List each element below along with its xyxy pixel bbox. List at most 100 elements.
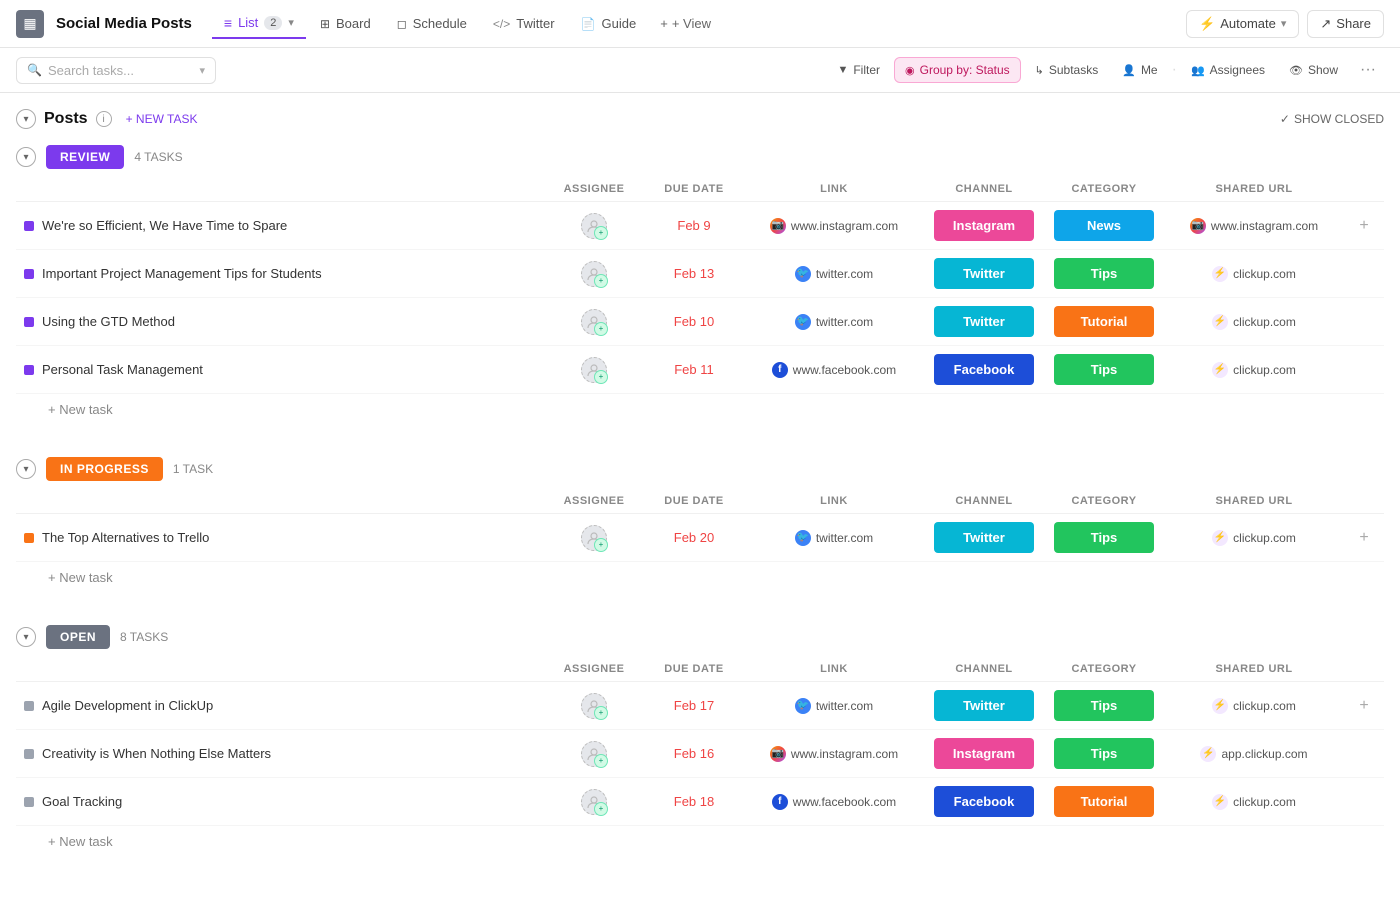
link-cell[interactable]: 🐦 twitter.com: [744, 266, 924, 282]
posts-section-header: ▾ Posts i + NEW TASK ✓ SHOW CLOSED: [16, 109, 1384, 129]
channel-badge[interactable]: Twitter: [934, 690, 1034, 721]
due-date-cell: Feb 18: [644, 794, 744, 809]
category-badge[interactable]: Tutorial: [1054, 786, 1154, 817]
task-name[interactable]: Using the GTD Method: [42, 314, 175, 329]
shared-url-cell[interactable]: ⚡ app.clickup.com: [1164, 746, 1344, 762]
col-header-category-open: CATEGORY: [1044, 663, 1164, 675]
col-header-channel-ip: CHANNEL: [924, 495, 1044, 507]
shared-url-cell[interactable]: ⚡ clickup.com: [1164, 698, 1344, 714]
category-badge[interactable]: Tips: [1054, 522, 1154, 553]
tab-twitter[interactable]: </> Twitter: [481, 10, 567, 37]
tab-board[interactable]: ⊞ Board: [308, 10, 383, 37]
link-cell[interactable]: 📷 www.instagram.com: [744, 218, 924, 234]
task-name-cell: Important Project Management Tips for St…: [24, 266, 544, 281]
shared-url-cell[interactable]: 📷 www.instagram.com: [1164, 218, 1344, 234]
add-col-btn[interactable]: +: [1344, 697, 1384, 715]
tab-list[interactable]: ≡ List 2 ▾: [212, 9, 306, 39]
channel-cell: Instagram: [924, 738, 1044, 769]
group-inprogress-collapse-button[interactable]: ▾: [16, 459, 36, 479]
group-icon: ◉: [905, 64, 915, 77]
category-badge[interactable]: Tips: [1054, 258, 1154, 289]
group-open-collapse-button[interactable]: ▾: [16, 627, 36, 647]
avatar[interactable]: +: [581, 261, 607, 287]
task-name[interactable]: We're so Efficient, We Have Time to Spar…: [42, 218, 287, 233]
task-color-dot: [24, 221, 34, 231]
clickup-shared-icon: ⚡: [1212, 266, 1228, 282]
tab-guide[interactable]: 📄 Guide: [569, 10, 649, 37]
category-badge[interactable]: Tips: [1054, 354, 1154, 385]
search-input[interactable]: 🔍 Search tasks... ▾: [16, 57, 216, 84]
posts-collapse-button[interactable]: ▾: [16, 109, 36, 129]
avatar[interactable]: +: [581, 789, 607, 815]
review-new-task[interactable]: + New task: [16, 394, 1384, 425]
shared-url-cell[interactable]: ⚡ clickup.com: [1164, 266, 1344, 282]
task-name[interactable]: Creativity is When Nothing Else Matters: [42, 746, 271, 761]
share-button[interactable]: ↗ Share: [1307, 10, 1384, 38]
shared-url-cell[interactable]: ⚡ clickup.com: [1164, 794, 1344, 810]
shared-url-cell[interactable]: ⚡ clickup.com: [1164, 314, 1344, 330]
task-name-cell: Goal Tracking: [24, 794, 544, 809]
avatar[interactable]: +: [581, 309, 607, 335]
channel-cell: Twitter: [924, 690, 1044, 721]
show-button[interactable]: 👁 Show: [1279, 58, 1348, 82]
category-cell: Tips: [1044, 738, 1164, 769]
link-cell[interactable]: 🐦 twitter.com: [744, 698, 924, 714]
avatar[interactable]: +: [581, 357, 607, 383]
me-button[interactable]: 👤 Me: [1112, 58, 1167, 82]
channel-badge[interactable]: Twitter: [934, 258, 1034, 289]
group-open-label: OPEN: [46, 625, 110, 649]
subtasks-button[interactable]: ↳ Subtasks: [1025, 58, 1109, 82]
add-col-btn[interactable]: +: [1344, 217, 1384, 235]
clickup-shared-icon: ⚡: [1212, 362, 1228, 378]
add-view-button[interactable]: + + View: [650, 11, 721, 36]
shared-icon: 📷: [1190, 218, 1206, 234]
channel-badge[interactable]: Facebook: [934, 354, 1034, 385]
task-name[interactable]: Personal Task Management: [42, 362, 203, 377]
channel-badge[interactable]: Twitter: [934, 522, 1034, 553]
link-cell[interactable]: f www.facebook.com: [744, 362, 924, 378]
category-badge[interactable]: Tutorial: [1054, 306, 1154, 337]
channel-badge[interactable]: Instagram: [934, 210, 1034, 241]
link-cell[interactable]: 🐦 twitter.com: [744, 530, 924, 546]
inprogress-new-task[interactable]: + New task: [16, 562, 1384, 593]
due-date-cell: Feb 9: [644, 218, 744, 233]
clickup-shared-icon: ⚡: [1212, 314, 1228, 330]
avatar[interactable]: +: [581, 693, 607, 719]
due-date-cell: Feb 17: [644, 698, 744, 713]
category-badge[interactable]: News: [1054, 210, 1154, 241]
group-by-button[interactable]: ◉ Group by: Status: [894, 57, 1021, 83]
channel-cell: Facebook: [924, 786, 1044, 817]
group-open-header: ▾ OPEN 8 TASKS: [16, 625, 1384, 649]
add-col-btn[interactable]: +: [1344, 529, 1384, 547]
posts-info-icon[interactable]: i: [96, 111, 112, 127]
shared-url-cell[interactable]: ⚡ clickup.com: [1164, 362, 1344, 378]
category-badge[interactable]: Tips: [1054, 690, 1154, 721]
channel-badge[interactable]: Facebook: [934, 786, 1034, 817]
shared-url-cell[interactable]: ⚡ clickup.com: [1164, 530, 1344, 546]
tab-schedule[interactable]: ◻ Schedule: [385, 10, 479, 37]
avatar[interactable]: +: [581, 213, 607, 239]
task-name[interactable]: Goal Tracking: [42, 794, 122, 809]
category-badge[interactable]: Tips: [1054, 738, 1154, 769]
task-name[interactable]: The Top Alternatives to Trello: [42, 530, 209, 545]
link-cell[interactable]: 📷 www.instagram.com: [744, 746, 924, 762]
automate-button[interactable]: ⚡ Automate ▾: [1186, 10, 1299, 38]
task-name[interactable]: Agile Development in ClickUp: [42, 698, 213, 713]
channel-badge[interactable]: Instagram: [934, 738, 1034, 769]
channel-badge[interactable]: Twitter: [934, 306, 1034, 337]
more-options-button[interactable]: ···: [1352, 56, 1384, 84]
link-cell[interactable]: 🐦 twitter.com: [744, 314, 924, 330]
table-row: We're so Efficient, We Have Time to Spar…: [16, 202, 1384, 250]
link-cell[interactable]: f www.facebook.com: [744, 794, 924, 810]
group-review-collapse-button[interactable]: ▾: [16, 147, 36, 167]
new-task-button[interactable]: + NEW TASK: [120, 110, 204, 128]
instagram-link-icon: 📷: [770, 746, 786, 762]
avatar[interactable]: +: [581, 525, 607, 551]
show-closed-button[interactable]: ✓ SHOW CLOSED: [1280, 112, 1384, 126]
posts-title: Posts: [44, 110, 88, 128]
filter-button[interactable]: ▼ Filter: [827, 58, 890, 82]
task-name[interactable]: Important Project Management Tips for St…: [42, 266, 322, 281]
avatar[interactable]: +: [581, 741, 607, 767]
assignees-button[interactable]: 👥 Assignees: [1181, 58, 1275, 82]
open-new-task[interactable]: + New task: [16, 826, 1384, 857]
